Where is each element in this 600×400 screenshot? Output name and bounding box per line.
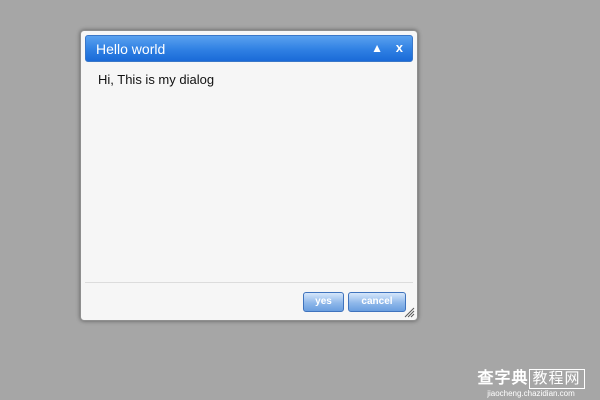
watermark-url: jiaocheng.chazidian.com	[487, 389, 575, 398]
cancel-button[interactable]: cancel	[348, 292, 406, 312]
yes-button[interactable]: yes	[303, 292, 344, 312]
close-icon[interactable]: x	[396, 40, 403, 56]
watermark-logo-box: 教程网	[528, 369, 585, 389]
watermark: 查字典 教程网 jiaocheng.chazidian.com	[467, 369, 595, 399]
footer-divider	[85, 282, 413, 283]
dialog-message: Hi, This is my dialog	[98, 72, 215, 87]
dialog-titlebar[interactable]: Hello world ▲ x	[85, 35, 413, 62]
collapse-icon[interactable]: ▲	[371, 40, 383, 56]
resize-grip-icon[interactable]	[404, 307, 415, 318]
dialog-window: Hello world ▲ x Hi, This is my dialog ye…	[80, 30, 418, 321]
watermark-logo-main: 查字典	[477, 370, 529, 387]
dialog-title: Hello world	[96, 41, 166, 57]
